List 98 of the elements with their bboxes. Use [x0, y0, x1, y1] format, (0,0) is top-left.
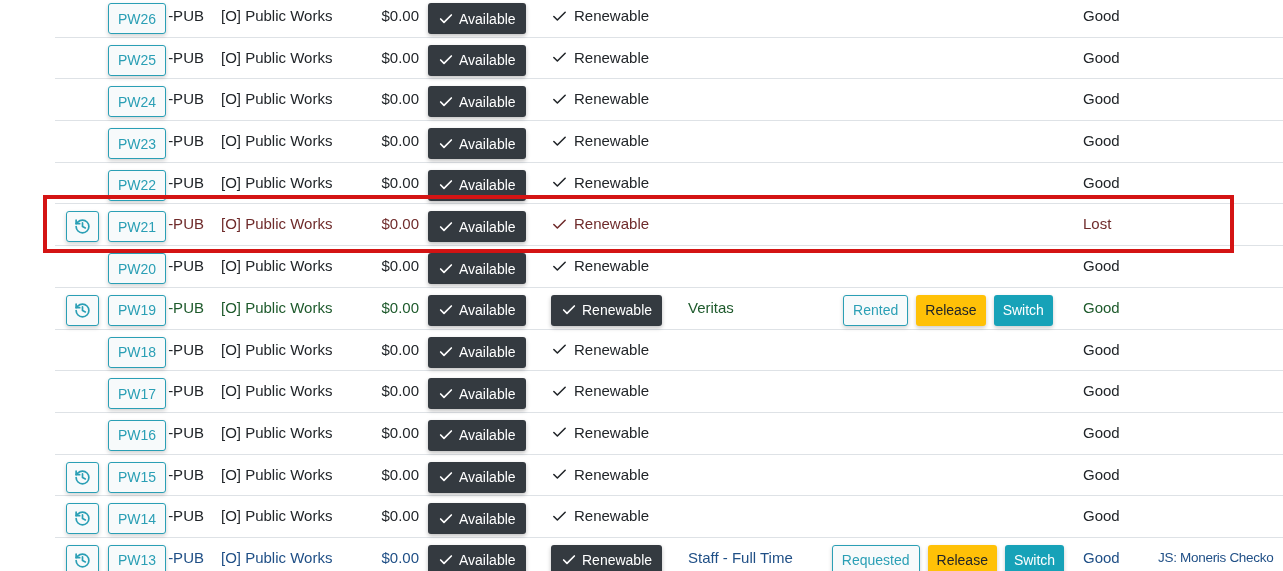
department-text: [O] Public Works — [221, 172, 333, 193]
condition-text: Good — [1083, 547, 1120, 568]
available-button[interactable]: Available — [428, 419, 526, 451]
renewable-label: Renewable — [574, 131, 650, 152]
history-icon — [74, 218, 91, 236]
condition-text: Good — [1083, 131, 1120, 152]
condition-text: Good — [1083, 47, 1120, 68]
available-button[interactable]: Available — [428, 544, 526, 571]
available-button[interactable]: Available — [428, 503, 526, 535]
price-text: $0.00 — [381, 297, 419, 318]
renewable-label: Renewable — [574, 381, 650, 402]
available-button[interactable]: Available — [428, 128, 526, 160]
item-suffix: -PUB — [167, 464, 204, 485]
renewable-label: Renewable — [574, 89, 650, 110]
condition-text: Good — [1083, 464, 1120, 485]
history-icon — [74, 551, 91, 569]
condition-text: Good — [1083, 381, 1120, 402]
available-button[interactable]: Available — [428, 461, 526, 493]
available-button[interactable]: Available — [428, 336, 526, 368]
price-text: $0.00 — [381, 422, 419, 443]
item-suffix: -PUB — [167, 422, 204, 443]
available-button[interactable]: Available — [428, 86, 526, 118]
note-text: JS: Moneris Checko — [1158, 548, 1274, 567]
price-text: $0.00 — [381, 89, 419, 110]
department-text: [O] Public Works — [221, 89, 333, 110]
department-text: [O] Public Works — [221, 506, 333, 527]
history-button[interactable] — [66, 461, 99, 493]
renewable-button[interactable]: Renewable — [551, 544, 663, 571]
item-suffix: -PUB — [167, 256, 204, 277]
department-text: [O] Public Works — [221, 256, 333, 277]
history-button[interactable] — [66, 544, 99, 571]
price-text: $0.00 — [381, 547, 419, 568]
available-button[interactable]: Available — [428, 253, 526, 285]
item-suffix: -PUB — [167, 381, 204, 402]
item-suffix: -PUB — [167, 89, 204, 110]
department-text: [O] Public Works — [221, 422, 333, 443]
condition-text: Good — [1083, 297, 1120, 318]
condition-text: Good — [1083, 339, 1120, 360]
department-text: [O] Public Works — [221, 381, 333, 402]
item-suffix: -PUB — [167, 172, 204, 193]
history-icon — [74, 510, 91, 528]
price-text: $0.00 — [381, 464, 419, 485]
condition-text: Lost — [1083, 214, 1112, 235]
condition-text: Good — [1083, 506, 1120, 527]
item-suffix: -PUB — [167, 297, 204, 318]
available-button[interactable]: Available — [428, 3, 526, 34]
condition-text: Good — [1083, 422, 1120, 443]
renewable-label: Renewable — [574, 422, 650, 443]
condition-text: Good — [1083, 172, 1120, 193]
history-icon — [74, 468, 91, 486]
item-suffix: -PUB — [167, 506, 204, 527]
department-text: [O] Public Works — [221, 339, 333, 360]
condition-text: Good — [1083, 6, 1120, 26]
renewable-label: Renewable — [574, 339, 650, 360]
available-button[interactable]: Available — [428, 294, 526, 326]
renewable-label: Renewable — [574, 506, 650, 527]
history-icon — [74, 301, 91, 319]
renewable-label: Renewable — [574, 256, 650, 277]
item-suffix: -PUB — [167, 547, 204, 568]
price-text: $0.00 — [381, 6, 419, 26]
renewable-label: Renewable — [574, 6, 650, 26]
action-button[interactable]: Release — [916, 294, 986, 326]
department-text: [O] Public Works — [221, 47, 333, 68]
holder-text: Staff - Full Time — [688, 547, 793, 568]
price-text: $0.00 — [381, 256, 419, 277]
department-text: [O] Public Works — [221, 214, 333, 235]
history-button[interactable] — [66, 211, 99, 243]
item-suffix: -PUB — [167, 131, 204, 152]
item-suffix: -PUB — [167, 6, 204, 26]
renewable-label: Renewable — [574, 47, 650, 68]
history-button[interactable] — [66, 503, 99, 535]
price-text: $0.00 — [381, 131, 419, 152]
department-text: [O] Public Works — [221, 131, 333, 152]
available-button[interactable]: Available — [428, 211, 526, 243]
holder-text: Veritas — [688, 297, 734, 318]
condition-text: Good — [1083, 89, 1120, 110]
item-suffix: -PUB — [167, 214, 204, 235]
renewable-button[interactable]: Renewable — [551, 294, 663, 326]
condition-text: Good — [1083, 256, 1120, 277]
action-button[interactable]: Release — [927, 544, 997, 571]
price-text: $0.00 — [381, 214, 419, 235]
price-text: $0.00 — [381, 381, 419, 402]
price-text: $0.00 — [381, 506, 419, 527]
department-text: [O] Public Works — [221, 547, 333, 568]
renewable-label: Renewable — [574, 172, 650, 193]
price-text: $0.00 — [381, 172, 419, 193]
history-button[interactable] — [66, 294, 99, 326]
price-text: $0.00 — [381, 339, 419, 360]
department-text: [O] Public Works — [221, 297, 333, 318]
renewable-label: Renewable — [574, 214, 650, 235]
department-text: [O] Public Works — [221, 464, 333, 485]
price-text: $0.00 — [381, 47, 419, 68]
item-suffix: -PUB — [167, 47, 204, 68]
renewable-label: Renewable — [574, 464, 650, 485]
available-button[interactable]: Available — [428, 44, 526, 76]
department-text: [O] Public Works — [221, 6, 333, 26]
item-suffix: -PUB — [167, 339, 204, 360]
available-button[interactable]: Available — [428, 378, 526, 410]
